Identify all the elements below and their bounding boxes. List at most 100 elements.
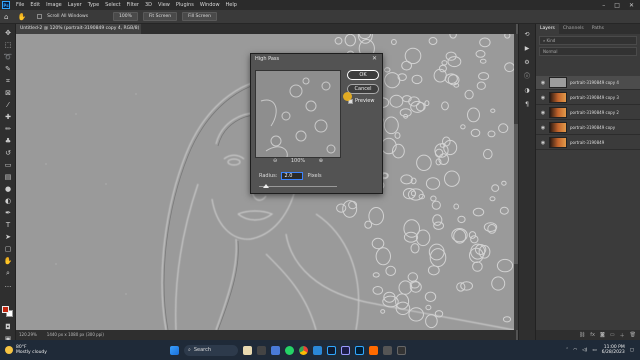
radius-slider-track[interactable] [259,186,337,187]
crop-tool-icon[interactable]: ⌗ [3,76,13,86]
notifications-icon[interactable]: ▢ [630,348,634,353]
new-group-icon[interactable]: ▭ [610,332,615,338]
blend-mode-select[interactable]: Normal [539,47,637,56]
wifi-icon[interactable]: ◠ [573,348,577,353]
after-effects-icon[interactable] [341,345,350,355]
battery-icon[interactable]: ▭ [592,348,596,353]
menu-type[interactable]: Type [85,2,102,8]
paragraph-panel-icon[interactable]: ¶ [522,100,532,110]
path-select-tool-icon[interactable]: ➤ [3,232,13,242]
tab-paths[interactable]: Paths [588,24,608,34]
dialog-close-icon[interactable]: ✕ [372,55,377,62]
properties-panel-icon[interactable]: ⚙ [522,58,532,68]
taskbar-clock[interactable]: 11:00 PM 6/28/2023 [602,345,625,355]
cancel-button[interactable]: Cancel [347,84,379,94]
zoom-out-icon[interactable]: ⊖ [273,158,277,164]
app-icon-1[interactable] [243,345,252,355]
menu-window[interactable]: Window [197,2,223,8]
app-icon-3[interactable] [271,345,280,355]
app-icon-10[interactable] [369,345,378,355]
blur-tool-icon[interactable]: ● [3,184,13,194]
minimize-icon[interactable]: – [602,2,605,9]
clone-stamp-tool-icon[interactable]: ♣ [3,136,13,146]
status-zoom[interactable]: 120.29% [19,330,37,340]
weather-widget[interactable]: 80°F Mostly cloudy [0,345,170,355]
whatsapp-icon[interactable] [285,345,294,355]
visibility-eye-icon[interactable]: ◉ [539,110,547,116]
rectangle-tool-icon[interactable]: ▢ [3,244,13,254]
menu-filter[interactable]: Filter [124,2,142,8]
taskbar-search[interactable]: ⌕ Search [184,344,238,356]
volume-icon[interactable]: ◁) [582,348,587,353]
fx-icon[interactable]: fx [590,332,595,338]
quick-mask-icon[interactable]: ◘ [3,322,13,332]
tab-layers[interactable]: Layers [536,24,559,34]
layer-row[interactable]: ◉ portrait-3190849 copy 4 [536,76,640,90]
app-icon-7[interactable] [327,345,336,355]
menu-plugins[interactable]: Plugins [173,2,197,8]
menu-image[interactable]: Image [43,2,65,8]
app-icon-12[interactable] [397,345,406,355]
delete-layer-icon[interactable]: 🗑 [630,332,636,338]
app-icon-6[interactable] [313,345,322,355]
scroll-all-windows-checkbox[interactable] [37,14,43,19]
ok-button[interactable]: OK [347,70,379,80]
menu-3d[interactable]: 3D [142,2,155,8]
chrome-icon[interactable] [299,345,308,355]
fit-screen-button[interactable]: Fit Screen [142,12,178,21]
move-tool-icon[interactable]: ✥ [3,28,13,38]
menu-view[interactable]: View [155,2,173,8]
menu-help[interactable]: Help [223,2,240,8]
more-tools-icon[interactable]: ··· [3,282,13,292]
layer-row[interactable]: ◉ portrait-3190849 copy 3 [536,91,640,105]
close-icon[interactable]: ✕ [629,2,634,9]
zoom-in-icon[interactable]: ⊕ [319,158,323,164]
healing-brush-tool-icon[interactable]: ✚ [3,112,13,122]
lasso-tool-icon[interactable]: ➰ [3,52,13,62]
add-mask-icon[interactable]: ◙ [600,332,605,338]
visibility-eye-icon[interactable]: ◉ [539,125,547,131]
tab-channels[interactable]: Channels [559,24,588,34]
visibility-eye-icon[interactable]: ◉ [539,95,547,101]
filter-preview[interactable] [255,70,341,158]
photoshop-logo-icon[interactable]: Ps [2,1,10,9]
fill-screen-button[interactable]: Fill Screen [182,12,218,21]
eraser-tool-icon[interactable]: ▭ [3,160,13,170]
visibility-eye-icon[interactable]: ◉ [539,80,547,86]
dodge-tool-icon[interactable]: ◐ [3,196,13,206]
eyedropper-tool-icon[interactable]: ⁄ [3,100,13,110]
home-icon[interactable]: ⌂ [4,13,8,21]
photoshop-taskbar-icon[interactable] [355,345,364,355]
visibility-eye-icon[interactable]: ◉ [539,140,547,146]
radius-slider-handle[interactable] [263,184,269,188]
windows-start-icon[interactable] [170,345,179,355]
hand-tool-icon[interactable]: ✋ [3,256,13,266]
radius-input[interactable]: 2.0 [281,172,304,180]
info-panel-icon[interactable]: ⓘ [522,72,532,82]
gradient-tool-icon[interactable]: ▤ [3,172,13,182]
maximize-icon[interactable]: □ [614,2,620,9]
menu-edit[interactable]: Edit [27,2,43,8]
marquee-tool-icon[interactable]: ⬚ [3,40,13,50]
layer-row[interactable]: ◉ portrait-3190849 copy [536,121,640,135]
document-tab[interactable]: Untitled-2 @ 120% (portrait-3190849 copy… [16,24,141,41]
type-tool-icon[interactable]: T [3,220,13,230]
quick-select-tool-icon[interactable]: ✎ [3,64,13,74]
foreground-color-swatch[interactable] [2,306,9,313]
new-layer-icon[interactable]: ＋ [620,332,625,339]
history-panel-icon[interactable]: ⟲ [522,30,532,40]
zoom-tool-icon[interactable]: ⌕ [3,268,13,278]
link-layers-icon[interactable]: ⛓ [579,332,585,338]
zoom-100-button[interactable]: 100% [113,12,138,21]
app-icon-11[interactable] [383,345,392,355]
menu-file[interactable]: File [13,2,27,8]
history-brush-tool-icon[interactable]: ↺ [3,148,13,158]
play-actions-icon[interactable]: ▶ [522,44,532,54]
layer-row[interactable]: ◉ portrait-3190849 copy 2 [536,106,640,120]
pen-tool-icon[interactable]: ✒ [3,208,13,218]
layer-row[interactable]: ◉ portrait-3190849 [536,136,640,150]
menu-layer[interactable]: Layer [65,2,85,8]
tray-chevron-icon[interactable]: ˄ [566,348,568,353]
adjustments-panel-icon[interactable]: ◑ [522,86,532,96]
app-icon-2[interactable] [257,345,266,355]
